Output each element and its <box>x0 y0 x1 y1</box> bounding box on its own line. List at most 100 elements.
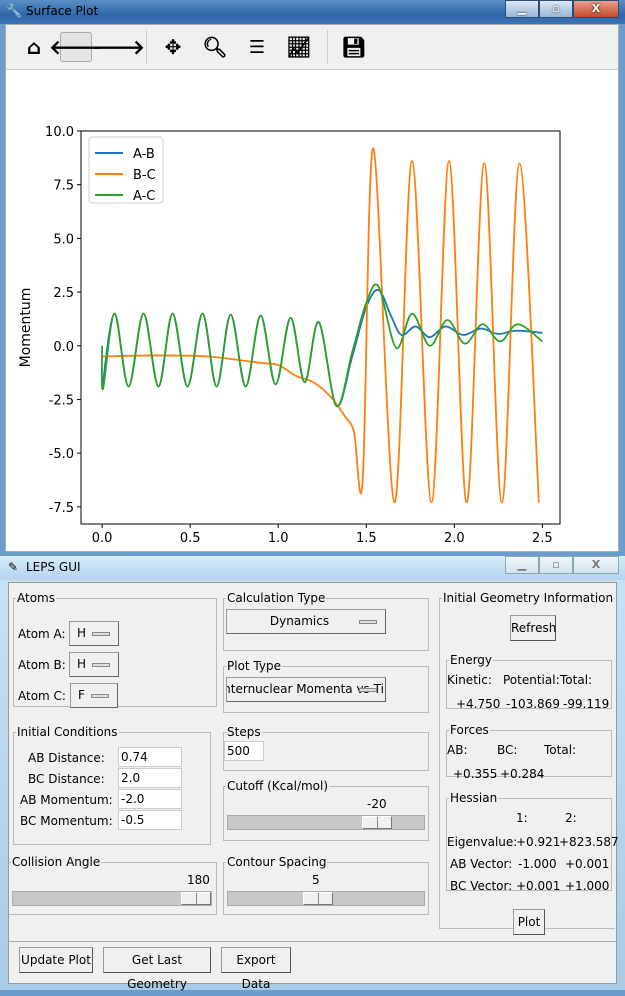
x-tick-label: 2.0 <box>444 531 465 546</box>
momentum-chart: 0.0 0.5 1.0 1.5 2.0 2.5 10.0 7.5 5.0 2.5 0.0 -2.5 -5… <box>18 125 561 551</box>
plot-type-select[interactable]: Internuclear Momenta vs Time <box>226 677 386 702</box>
cutoff-value: -20 <box>367 797 387 811</box>
total-label: Total: <box>560 673 593 687</box>
configure-subplots-icon[interactable]: ☰ <box>241 32 273 62</box>
hessian-col1: 1: <box>516 811 528 825</box>
refresh-button[interactable]: Refresh <box>510 615 556 641</box>
initial-conditions-group: Initial Conditions AB Distance: BC Dista… <box>13 725 211 845</box>
feather-icon: ✎ <box>8 560 19 574</box>
minimize-button[interactable]: ▁ <box>505 0 539 18</box>
home-icon[interactable]: ⌂ <box>18 32 50 62</box>
window-title: Surface Plot <box>26 4 99 18</box>
calculation-type-select[interactable]: Dynamics <box>226 609 386 634</box>
x-axis-label: Time <box>302 550 337 551</box>
contour-spacing-group: Contour Spacing 5 <box>223 855 429 915</box>
surface-plot-window: 🔧 Surface Plot ▁ ▫ X ⌂ 🡐 🡒 ✥ 🔍︎ ☰ 📈︎ 💾︎ 0.… <box>0 0 625 555</box>
eigenvalue-2: +823.587 <box>559 835 619 849</box>
group-label: Collision Angle <box>12 855 101 869</box>
y-tick-label: -2.5 <box>49 393 74 408</box>
ab-distance-input[interactable] <box>118 747 182 767</box>
eigenvalue-label: Eigenvalue: <box>447 835 518 849</box>
total-value: -99.119 <box>563 697 610 711</box>
atom-c-select[interactable]: F <box>70 683 118 708</box>
contour-spacing-slider[interactable] <box>227 891 425 906</box>
group-label: Initial Geometry Information <box>443 591 614 605</box>
force-bc-value: +0.284 <box>500 767 545 781</box>
ab-momentum-input[interactable] <box>118 789 182 809</box>
atom-a-select[interactable]: H <box>69 621 119 646</box>
save-icon[interactable]: 💾︎ <box>338 32 370 62</box>
group-label: Energy <box>450 653 493 667</box>
forward-icon[interactable]: 🡒 <box>91 32 145 62</box>
divider <box>9 941 616 942</box>
close-button[interactable]: X <box>573 0 619 18</box>
y-tick-label: -5.0 <box>49 447 74 462</box>
y-tick-label: -7.5 <box>49 501 74 516</box>
y-axis-label: Momentum <box>18 288 34 368</box>
force-bc-label: BC: <box>497 743 518 757</box>
y-tick-label: 0.0 <box>53 340 74 355</box>
zoom-icon[interactable]: 🔍︎ <box>199 32 231 62</box>
slider-thumb[interactable] <box>362 816 392 829</box>
kinetic-value: +4.750 <box>456 697 501 711</box>
slider-thumb[interactable] <box>303 892 333 905</box>
forces-group: Forces AB: BC: Total: +0.355 +0.284 <box>446 723 612 781</box>
ab-vector-label: AB Vector: <box>450 857 513 871</box>
kinetic-label: Kinetic: <box>447 673 492 687</box>
title-bar: 🔧 Surface Plot ▁ ▫ X <box>0 0 625 24</box>
slider-thumb[interactable] <box>181 892 211 905</box>
bc-momentum-input[interactable] <box>118 810 182 830</box>
atom-b-select[interactable]: H <box>69 652 119 677</box>
group-label: Cutoff (Kcal/mol) <box>227 779 329 793</box>
group-label: Initial Conditions <box>17 725 118 739</box>
energy-group: Energy Kinetic: Potential: Total: +4.750… <box>446 653 612 711</box>
title-bar: ✎ LEPS GUI ▁ ▫ X <box>0 556 625 580</box>
app-icon: 🔧 <box>6 4 23 19</box>
potential-value: -103.869 <box>506 697 560 711</box>
ab-distance-label: AB Distance: <box>28 751 105 765</box>
x-tick-label: 0.5 <box>180 531 201 546</box>
ab-vector-1: -1.000 <box>518 857 557 871</box>
ab-vector-2: +0.001 <box>565 857 610 871</box>
cutoff-slider[interactable] <box>227 815 425 830</box>
atom-a-label: Atom A: <box>18 627 66 641</box>
ab-momentum-label: AB Momentum: <box>20 793 113 807</box>
force-ab-label: AB: <box>447 743 468 757</box>
bc-vector-1: +0.001 <box>516 879 561 893</box>
export-data-button[interactable]: Export Data <box>221 947 291 991</box>
update-plot-button[interactable]: Update Plot <box>19 947 93 973</box>
back-icon[interactable]: 🡐 <box>49 32 103 62</box>
group-label: Atoms <box>17 591 55 605</box>
maximize-button[interactable]: ▫ <box>539 0 573 18</box>
y-tick-label: 5.0 <box>53 232 74 247</box>
bc-distance-input[interactable] <box>118 768 182 788</box>
cutoff-group: Cutoff (Kcal/mol) -20 <box>223 779 429 841</box>
leps-gui-window: ✎ LEPS GUI ▁ ▫ X Atoms Atom A: H Atom B: H… <box>0 556 625 991</box>
legend-label: A-B <box>133 147 155 162</box>
steps-input[interactable] <box>224 741 264 761</box>
bc-vector-2: +1.000 <box>565 879 610 893</box>
toolbar: ⌂ 🡐 🡒 ✥ 🔍︎ ☰ 📈︎ 💾︎ <box>6 25 618 70</box>
minimize-button[interactable]: ▁ <box>505 556 539 574</box>
get-last-geometry-button[interactable]: Get Last Geometry <box>103 947 211 991</box>
group-label: Hessian <box>450 791 498 805</box>
steps-group: Steps <box>223 725 429 771</box>
pan-icon[interactable]: ✥ <box>157 32 189 62</box>
plot-button[interactable]: Plot <box>513 909 545 935</box>
edit-axis-icon[interactable]: 📈︎ <box>283 32 315 62</box>
force-ab-value: +0.355 <box>453 767 498 781</box>
atom-c-label: Atom C: <box>18 689 66 703</box>
maximize-button[interactable]: ▫ <box>539 556 573 574</box>
x-tick-label: 1.5 <box>356 531 377 546</box>
y-tick-label: 7.5 <box>53 179 74 194</box>
legend-label: B-C <box>133 168 156 183</box>
atom-b-label: Atom B: <box>18 658 66 672</box>
close-button[interactable]: X <box>573 556 619 574</box>
group-label: Calculation Type <box>227 591 326 605</box>
legend-label: A-C <box>133 189 155 204</box>
bc-vector-label: BC Vector: <box>450 879 513 893</box>
collision-angle-slider[interactable] <box>12 891 212 906</box>
contour-spacing-value: 5 <box>312 873 320 887</box>
calculation-type-group: Calculation Type Dynamics <box>223 591 429 651</box>
plot-type-group: Plot Type Internuclear Momenta vs Time <box>223 659 429 713</box>
